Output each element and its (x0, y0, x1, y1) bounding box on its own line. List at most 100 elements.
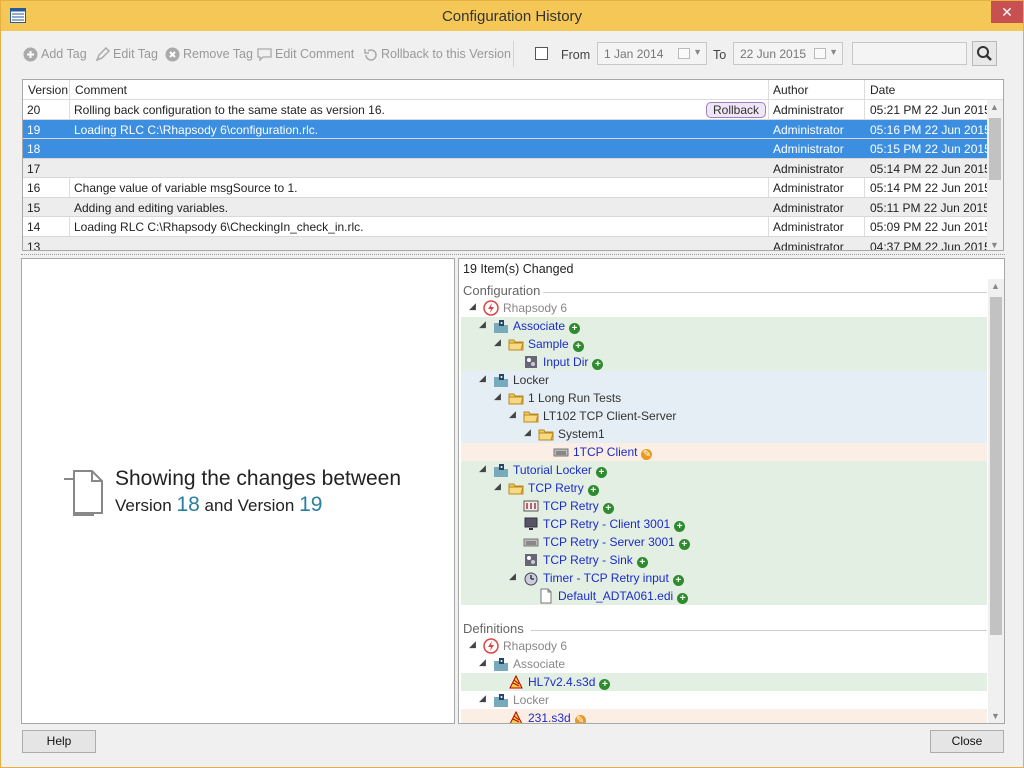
tree-node[interactable]: 231.s3d ✎ (461, 709, 987, 723)
column-header-date[interactable]: Date (870, 83, 895, 97)
tree-node[interactable]: ◢ Timer - TCP Retry input + (461, 569, 987, 587)
column-header-author[interactable]: Author (773, 83, 808, 97)
from-date-picker[interactable]: 1 Jan 2014 ▼ (597, 42, 707, 65)
scroll-down-icon[interactable]: ▼ (991, 711, 1000, 721)
column-header-version[interactable]: Version (28, 83, 68, 97)
folder-icon (538, 426, 554, 442)
remove-tag-button[interactable]: Remove Tag (165, 45, 253, 63)
comparison-summary-panel: Showing the changes between Version 18 a… (21, 258, 455, 724)
expand-arrow-icon[interactable]: ◢ (479, 657, 486, 668)
add-tag-button[interactable]: Add Tag (23, 45, 87, 63)
tree-node-label: TCP Retry - Client 3001 + (543, 517, 686, 532)
expand-arrow-icon[interactable]: ◢ (469, 301, 476, 312)
to-date-picker[interactable]: 22 Jun 2015 ▼ (733, 42, 843, 65)
tree-node[interactable]: 1TCP Client ✎ (461, 443, 987, 461)
rollback-tag-badge[interactable]: Rollback (706, 102, 767, 118)
expand-arrow-icon[interactable]: ◢ (494, 391, 501, 402)
edit-comment-button[interactable]: Edit Comment (257, 45, 354, 63)
tree-node-label: Rhapsody 6 (503, 639, 567, 653)
date-filter-checkbox[interactable] (535, 47, 548, 60)
scroll-up-icon[interactable]: ▲ (991, 281, 1000, 291)
tree-node[interactable]: ◢ Associate + (461, 317, 987, 335)
version-cell-version: 15 (27, 200, 41, 215)
expand-arrow-icon[interactable]: ◢ (524, 427, 531, 438)
tree-node-text: Timer - TCP Retry input (543, 571, 669, 585)
scrollbar-thumb[interactable] (989, 118, 1001, 180)
version-cell-author: Administrator (773, 122, 844, 137)
expand-arrow-icon[interactable]: ◢ (479, 693, 486, 704)
tree-node[interactable]: ◢ System1 (461, 425, 987, 443)
scroll-down-icon[interactable]: ▼ (990, 240, 999, 250)
tree-node[interactable]: TCP Retry - Client 3001 + (461, 515, 987, 533)
tree-node[interactable]: TCP Retry - Server 3001 + (461, 533, 987, 551)
expand-arrow-icon[interactable]: ◢ (509, 571, 516, 582)
documents-icon (64, 470, 103, 516)
expand-arrow-icon[interactable]: ◢ (494, 337, 501, 348)
tree-node[interactable]: ◢ TCP Retry + (461, 479, 987, 497)
configuration-section-title: Configuration (463, 283, 541, 298)
version-word: Version (115, 496, 172, 515)
from-label: From (561, 48, 591, 62)
version-row[interactable]: 14 Loading RLC C:\Rhapsody 6\CheckingIn_c… (23, 217, 991, 237)
tree-node[interactable]: TCP Retry + (461, 497, 987, 515)
route-icon (523, 498, 539, 514)
tree-node[interactable]: TCP Retry - Sink + (461, 551, 987, 569)
expand-arrow-icon[interactable]: ◢ (494, 481, 501, 492)
version-row[interactable]: 19 Loading RLC C:\Rhapsody 6\configuratio… (23, 119, 991, 139)
chevron-down-icon: ▼ (693, 47, 702, 57)
tree-node[interactable]: Default_ADTA061.edi + (461, 587, 987, 605)
tree-node[interactable]: ◢ Rhapsody 6 (461, 637, 987, 655)
title-bar: Configuration History ✕ (1, 1, 1023, 31)
edit-tag-button[interactable]: Edit Tag (95, 45, 158, 63)
search-input[interactable] (852, 42, 967, 65)
added-badge-icon: + (592, 359, 604, 370)
added-badge-icon: + (678, 539, 690, 550)
tree-node[interactable]: ◢ Associate (461, 655, 987, 673)
tree-node[interactable]: ◢ 1 Long Run Tests (461, 389, 987, 407)
scrollbar-thumb[interactable] (990, 297, 1002, 635)
close-button[interactable]: Close (930, 730, 1004, 753)
expand-arrow-icon[interactable]: ◢ (509, 409, 516, 420)
edit-comment-label: Edit Comment (275, 47, 355, 61)
version-row[interactable]: 18 Administrator 05:15 PM 22 Jun 2015 (23, 139, 991, 159)
tree-node[interactable]: ◢ LT102 TCP Client-Server (461, 407, 987, 425)
tree-node-label: 1TCP Client ✎ (573, 445, 653, 460)
tree-node[interactable]: Input Dir + (461, 353, 987, 371)
tree-scrollbar[interactable]: ▲ ▼ (988, 279, 1004, 723)
expand-arrow-icon[interactable]: ◢ (479, 373, 486, 384)
grid-scrollbar[interactable]: ▲ ▼ (987, 100, 1003, 250)
tree-node[interactable]: ◢ Sample + (461, 335, 987, 353)
scroll-up-icon[interactable]: ▲ (990, 102, 999, 112)
column-header-comment[interactable]: Comment (75, 83, 127, 97)
help-button[interactable]: Help (22, 730, 96, 753)
added-badge-icon: + (595, 467, 607, 478)
expand-arrow-icon[interactable]: ◢ (479, 319, 486, 330)
version-cell-author: Administrator (773, 239, 844, 251)
tcp-client-icon (553, 444, 569, 460)
tree-node-text: Sample (528, 337, 569, 351)
tree-node-label: LT102 TCP Client-Server (543, 409, 676, 423)
tree-node[interactable]: HL7v2.4.s3d + (461, 673, 987, 691)
tree-node[interactable]: ◢ Rhapsody 6 (461, 299, 987, 317)
tree-node[interactable]: ◢ Locker (461, 371, 987, 389)
tree-node[interactable]: ◢ Locker (461, 691, 987, 709)
expand-arrow-icon[interactable]: ◢ (469, 639, 476, 650)
version-row[interactable]: 13 Administrator 04:37 PM 22 Jun 2015 (23, 236, 991, 251)
chevron-down-icon: ▼ (829, 47, 838, 57)
tree-node-text: 1 Long Run Tests (528, 391, 622, 405)
rollback-button[interactable]: Rollback to this Version (363, 45, 511, 63)
tree-node-text: Input Dir (543, 355, 589, 369)
tree-node-text: System1 (558, 427, 605, 441)
version-row[interactable]: 16 Change value of variable msgSource to … (23, 178, 991, 198)
splitter-handle[interactable] (21, 254, 1005, 256)
version-row[interactable]: 20 Rolling back configuration to the same… (23, 100, 991, 120)
tree-node[interactable]: ◢ Tutorial Locker + (461, 461, 987, 479)
version-row[interactable]: 15 Adding and editing variables. Administr… (23, 197, 990, 217)
window-close-button[interactable]: ✕ (991, 1, 1023, 23)
search-button[interactable] (972, 41, 997, 66)
version-row[interactable]: 17 Administrator 05:14 PM 22 Jun 2015 (23, 158, 991, 178)
expand-arrow-icon[interactable]: ◢ (479, 463, 486, 474)
tree-node-label: System1 (558, 427, 605, 441)
locker-icon (493, 656, 509, 672)
grid-header: Version Comment Author Date (23, 80, 1003, 100)
